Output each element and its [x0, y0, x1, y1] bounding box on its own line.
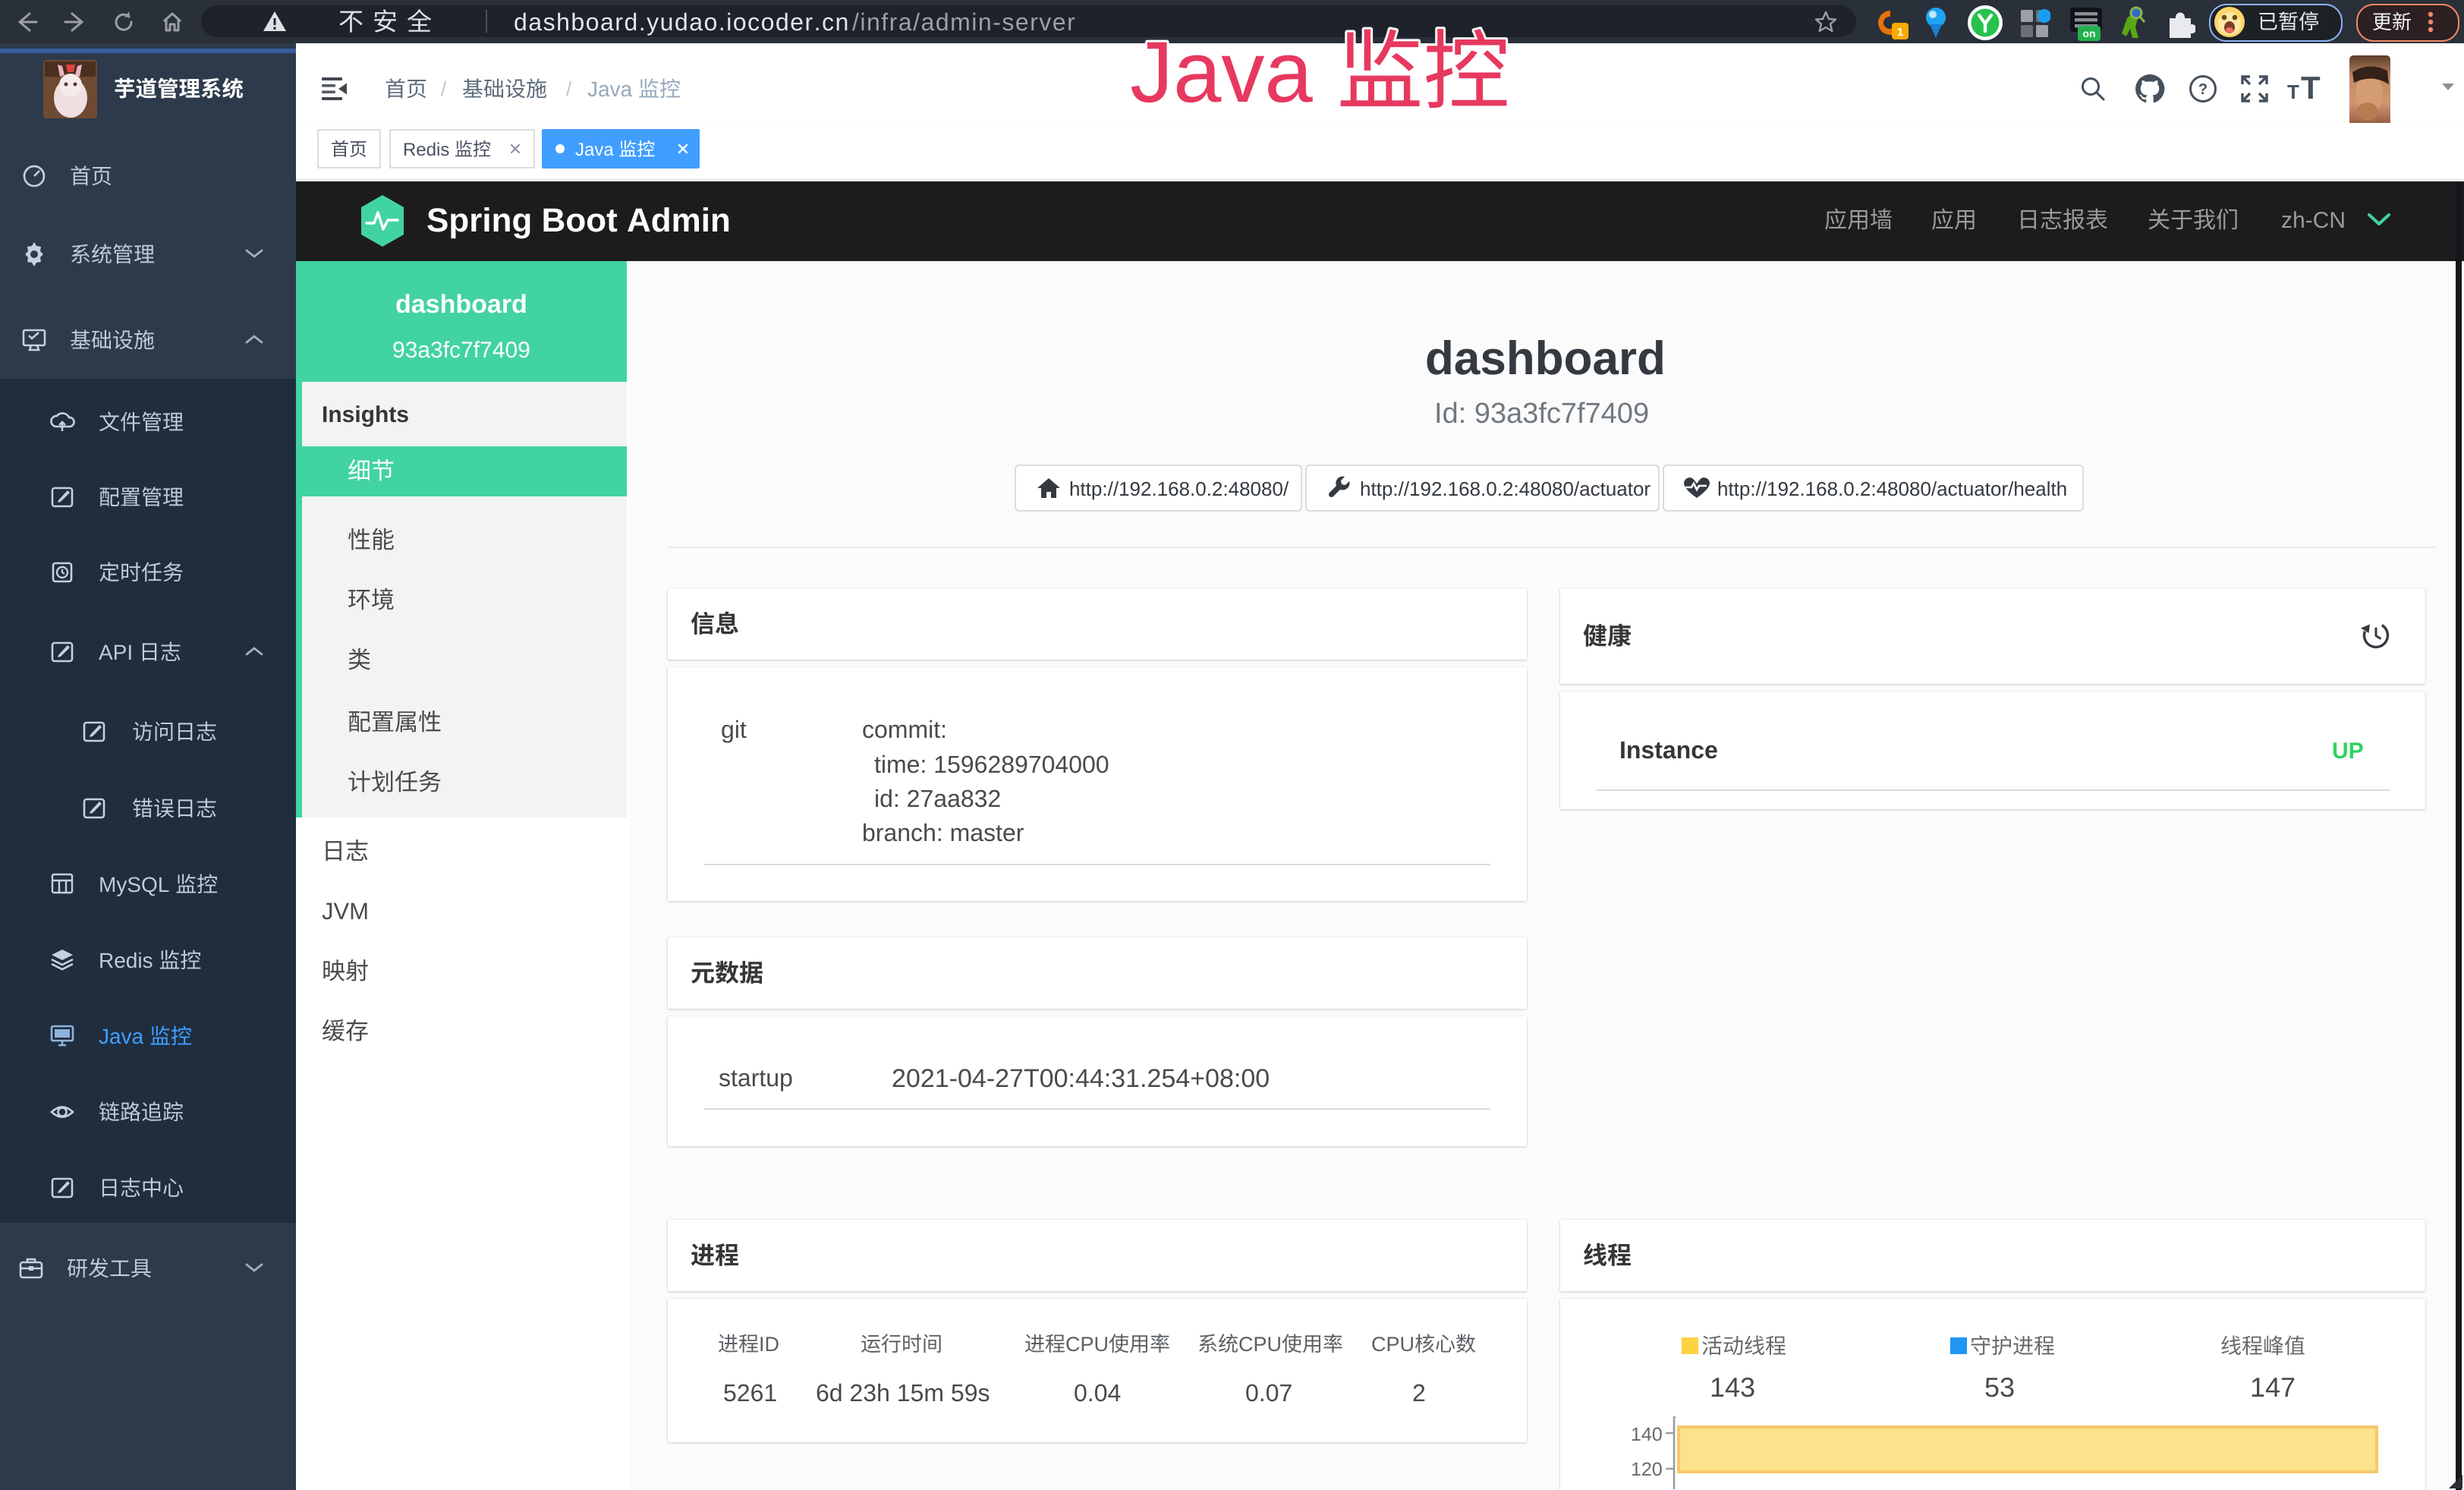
svg-text:?: ?	[2198, 81, 2208, 98]
svg-text:on: on	[2082, 27, 2095, 39]
svg-text:1: 1	[1897, 26, 1903, 39]
